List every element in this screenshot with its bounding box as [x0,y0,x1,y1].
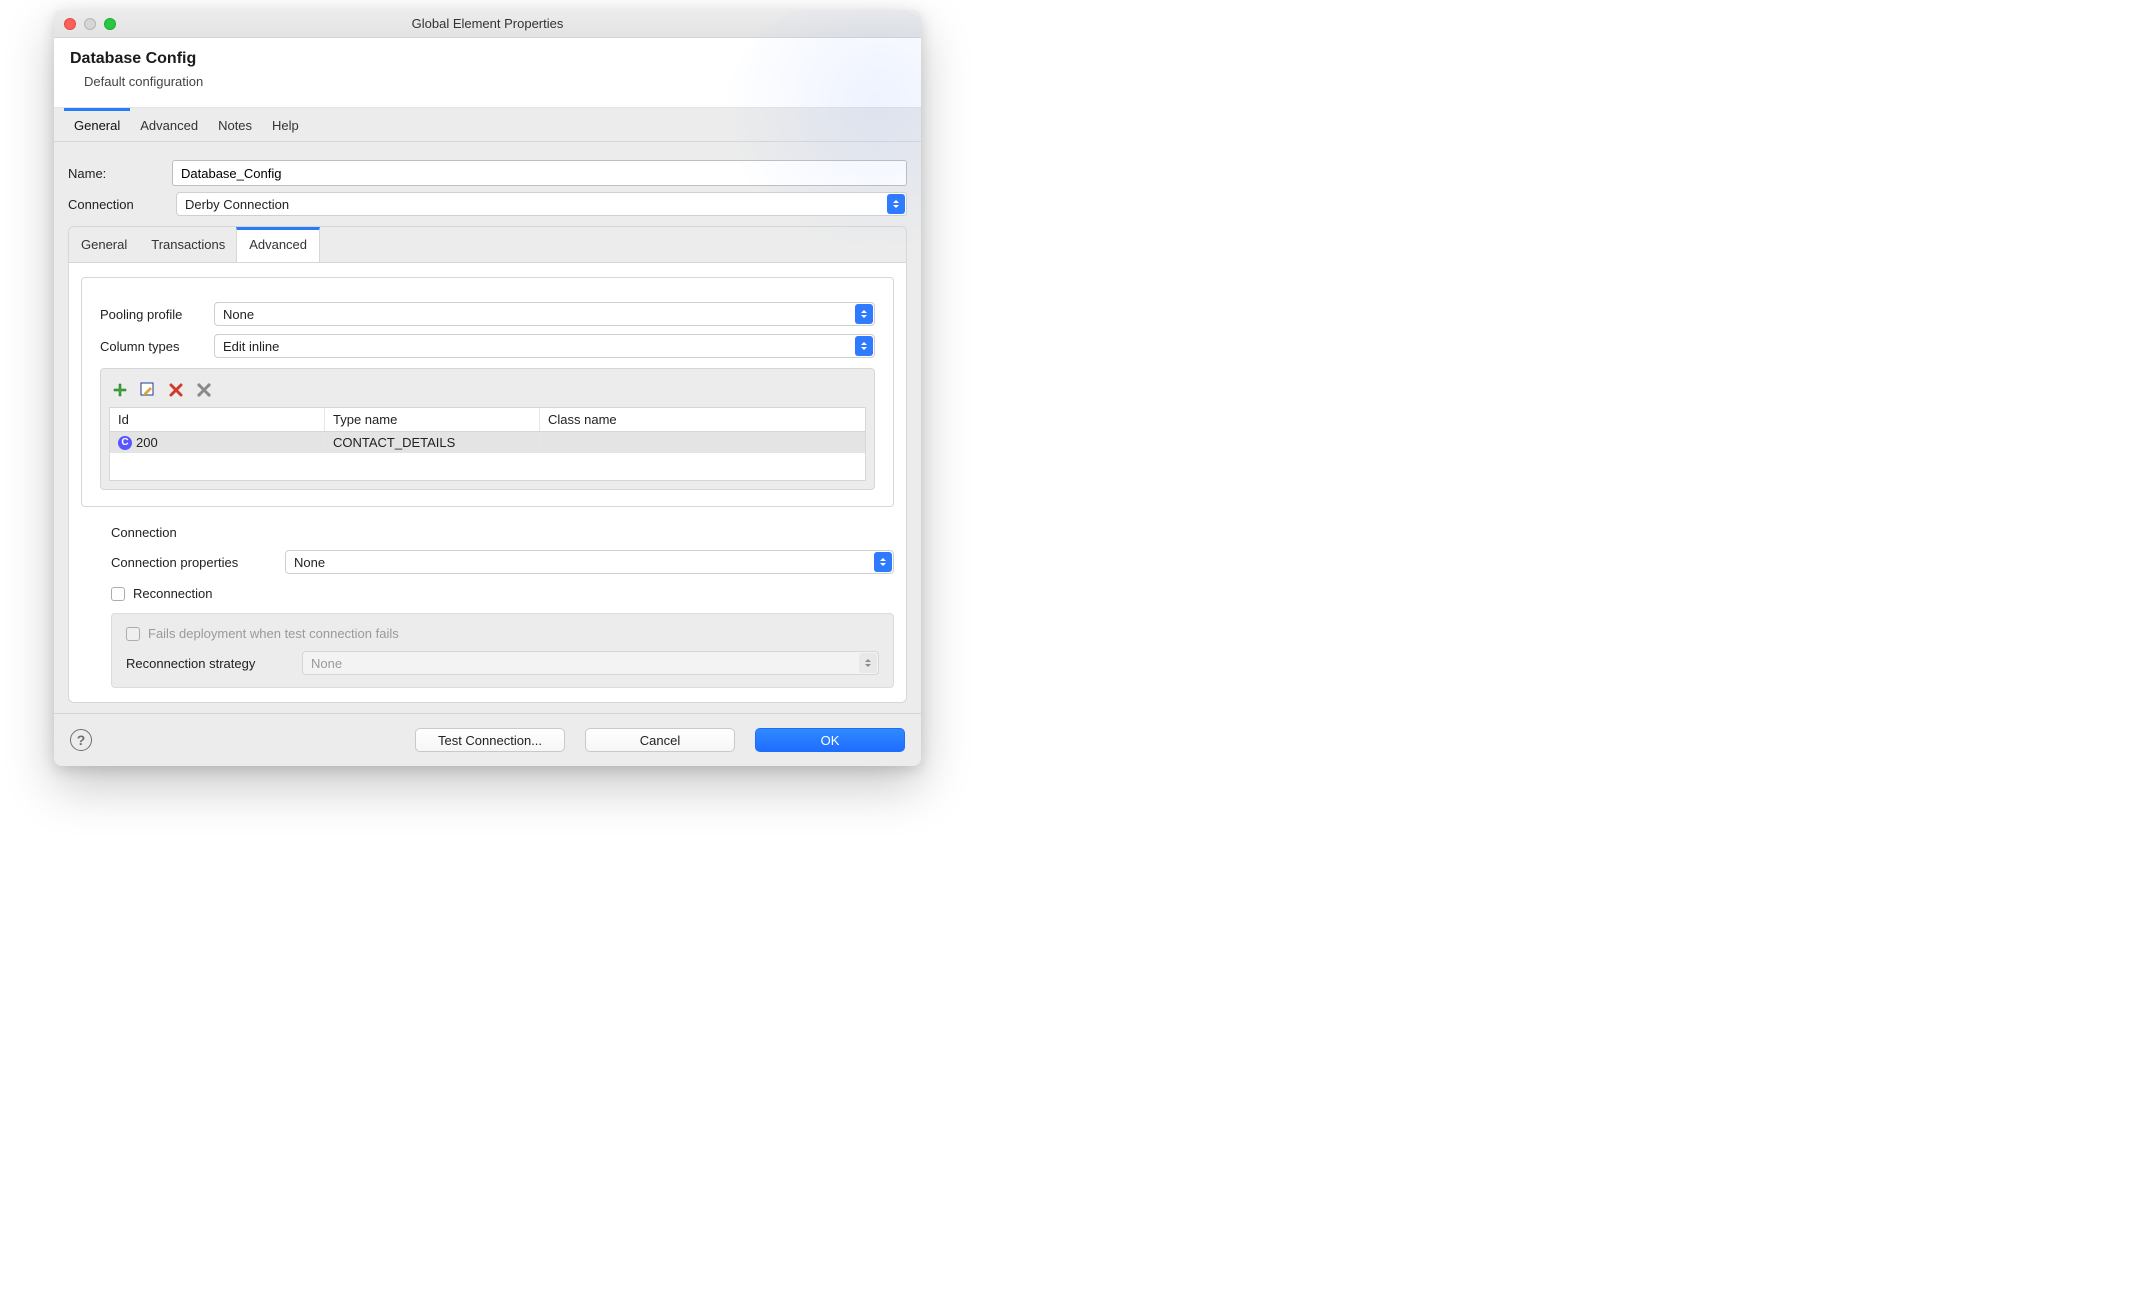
pooling-select-value: None [223,307,254,322]
tab-notes[interactable]: Notes [208,108,262,141]
table-empty-area [109,453,866,481]
close-icon[interactable] [64,18,76,30]
minimize-icon [84,18,96,30]
subtab-transactions[interactable]: Transactions [139,227,237,262]
zoom-icon[interactable] [104,18,116,30]
chevrons-icon [859,653,877,673]
column-types-select-value: Edit inline [223,339,279,354]
advanced-inner: Pooling profile None Column types Edit i… [69,263,906,702]
column-types-label: Column types [100,339,214,354]
dialog-window: Global Element Properties Database Confi… [54,10,921,766]
col-type-name: Type name [325,408,540,431]
conn-props-select[interactable]: None [285,550,894,574]
col-class-name: Class name [540,408,865,431]
table-header-row: Id Type name Class name [109,407,866,432]
cancel-button[interactable]: Cancel [585,728,735,752]
tab-help[interactable]: Help [262,108,309,141]
cell-id: 200 [136,435,158,450]
reconnection-box: Fails deployment when test connection fa… [111,613,894,688]
dialog-footer: ? Test Connection... Cancel OK [54,713,921,766]
pooling-label: Pooling profile [100,307,214,322]
conn-props-select-value: None [294,555,325,570]
edit-icon[interactable] [139,381,157,399]
recon-strategy-value: None [311,656,342,671]
connection-label: Connection [68,197,172,212]
col-id: Id [110,408,325,431]
ok-button[interactable]: OK [755,728,905,752]
connection-section-title: Connection [111,525,894,540]
fails-deploy-label: Fails deployment when test connection fa… [148,626,399,641]
connection-panel: General Transactions Advanced Pooling pr… [68,226,907,703]
connection-select-value: Derby Connection [185,197,289,212]
advanced-subpanel: Pooling profile None Column types Edit i… [81,277,894,507]
header: Database Config Default configuration [54,38,921,108]
fails-deploy-checkbox [126,627,140,641]
table-row[interactable]: C 200 CONTACT_DETAILS [109,432,866,453]
column-types-table: Id Type name Class name C 200 CONTACT_DE… [100,368,875,490]
row-type-icon: C [118,436,132,450]
pooling-select[interactable]: None [214,302,875,326]
name-label: Name: [68,166,172,181]
column-types-select[interactable]: Edit inline [214,334,875,358]
recon-strategy-select: None [302,651,879,675]
conn-props-label: Connection properties [111,555,285,570]
chevrons-icon [855,336,873,356]
page-subtitle: Default configuration [84,74,905,89]
cell-type-name: CONTACT_DETAILS [325,432,540,453]
delete-icon[interactable] [167,381,185,399]
subtab-advanced[interactable]: Advanced [236,227,320,262]
table-toolbar [109,377,866,407]
traffic-lights [64,18,116,30]
connection-section: Connection Connection properties None Re… [111,525,894,688]
add-icon[interactable] [111,381,129,399]
page-title: Database Config [70,50,905,68]
reconnection-checkbox[interactable] [111,587,125,601]
recon-strategy-label: Reconnection strategy [126,656,302,671]
tab-general[interactable]: General [64,108,130,141]
chevrons-icon [887,194,905,214]
subtab-general[interactable]: General [69,227,139,262]
tab-advanced[interactable]: Advanced [130,108,208,141]
chevrons-icon [855,304,873,324]
reconnection-checkbox-label: Reconnection [133,586,213,601]
cell-class-name [540,440,865,446]
connection-select[interactable]: Derby Connection [176,192,907,216]
chevrons-icon [874,552,892,572]
help-icon[interactable]: ? [70,729,92,751]
test-connection-button[interactable]: Test Connection... [415,728,565,752]
tools-icon[interactable] [195,381,213,399]
